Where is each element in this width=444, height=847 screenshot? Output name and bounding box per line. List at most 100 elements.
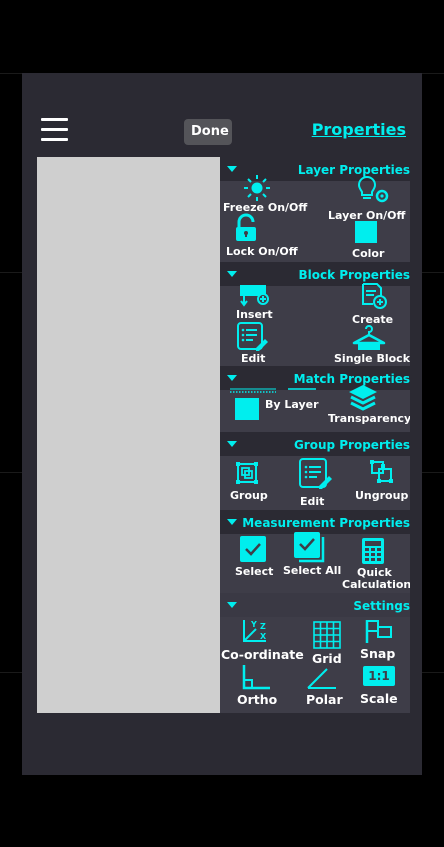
edit-document-icon — [237, 322, 268, 351]
frame-divider — [422, 73, 444, 74]
group-objects-icon — [236, 462, 258, 484]
ortho-label: Ortho — [237, 692, 278, 707]
grid-button[interactable]: Grid — [305, 617, 355, 665]
group-button[interactable]: Group — [220, 456, 280, 510]
lock-label: Lock On/Off — [226, 245, 298, 258]
insert-block-button[interactable]: Insert — [220, 285, 315, 324]
by-layer-button[interactable]: By Layer — [220, 388, 320, 432]
color-swatch-icon — [355, 221, 377, 243]
section-body: Select Select All Quick Calculation — [220, 532, 410, 593]
transparency-button[interactable]: Transparency — [320, 385, 410, 432]
frame-divider — [422, 472, 444, 473]
group-label: Group — [230, 489, 268, 502]
frame-divider — [422, 272, 444, 273]
properties-panel: Layer Properties Freeze On/Off Layer On/… — [220, 157, 410, 713]
settings-section: Settings Y Z X Co-ordinate Grid Snap Ort… — [220, 593, 410, 713]
section-body: By Layer Transparency — [220, 385, 410, 432]
select-all-icon — [294, 532, 325, 563]
unlock-icon — [236, 213, 256, 241]
layer-onoff-button[interactable]: Layer On/Off — [320, 175, 410, 222]
polar-angle-icon — [307, 668, 336, 689]
scale-icon: 1:1 — [363, 666, 395, 686]
settings-header[interactable]: Settings — [220, 593, 410, 617]
polar-button[interactable]: Polar — [305, 665, 355, 713]
properties-title[interactable]: Properties — [312, 120, 406, 139]
scale-icon-text: 1:1 — [368, 669, 390, 683]
ungroup-button[interactable]: Ungroup — [350, 456, 410, 510]
edit-label: Edit — [241, 352, 266, 365]
calculator-icon — [362, 538, 384, 564]
select-label: Select — [235, 565, 274, 578]
snap-button[interactable]: Snap — [355, 617, 410, 665]
ortho-angle-icon — [242, 665, 270, 690]
coordinate-button[interactable]: Y Z X Co-ordinate — [220, 617, 305, 665]
app-screen: Done Properties Layer Properties Freeze … — [22, 73, 422, 775]
coordinate-label: Co-ordinate — [221, 647, 304, 662]
match-properties-section: Match Properties By Layer Transparency — [220, 366, 410, 432]
measurement-properties-header[interactable]: Measurement Properties — [220, 510, 410, 534]
frame-divider — [0, 672, 22, 673]
section-title: Measurement Properties — [242, 516, 410, 530]
done-button[interactable]: Done — [184, 119, 232, 145]
freeze-label: Freeze On/Off — [223, 201, 308, 214]
quick-calculation-button[interactable]: Quick Calculation — [342, 534, 410, 593]
ungroup-objects-icon — [370, 460, 393, 483]
svg-text:X: X — [260, 632, 267, 641]
frame-divider — [0, 472, 22, 473]
drawing-canvas[interactable] — [37, 157, 220, 713]
frame-divider — [422, 672, 444, 673]
layer-color-swatch-icon — [235, 398, 259, 420]
insert-block-icon — [240, 285, 269, 307]
snap-label: Snap — [360, 646, 396, 661]
edit-group-button[interactable]: Edit — [285, 456, 345, 510]
block-properties-section: Block Properties Insert Create Edit Sing… — [220, 262, 410, 366]
select-button[interactable]: Select — [220, 534, 282, 593]
measurement-properties-section: Measurement Properties Select Select All… — [220, 510, 410, 593]
edit-block-button[interactable]: Edit — [220, 322, 315, 366]
edit-label: Edit — [300, 495, 325, 508]
edit-document-icon — [299, 458, 332, 489]
lock-onoff-button[interactable]: Lock On/Off — [220, 213, 315, 262]
polar-label: Polar — [306, 692, 343, 707]
scale-label: Scale — [360, 691, 398, 706]
section-title: Block Properties — [298, 268, 410, 282]
create-block-button[interactable]: Create — [320, 283, 410, 326]
collapse-arrow-icon — [227, 271, 237, 277]
insert-label: Insert — [236, 308, 273, 321]
single-block-label: Single Block — [334, 352, 410, 365]
group-properties-header[interactable]: Group Properties — [220, 432, 410, 456]
select-all-label: Select All — [283, 564, 342, 577]
snap-flag-icon — [365, 620, 392, 643]
grid-icon — [313, 621, 341, 649]
lightbulb-gear-icon — [357, 175, 389, 203]
by-layer-label: By Layer — [265, 398, 319, 411]
frame-divider — [0, 272, 22, 273]
sun-icon — [244, 175, 270, 201]
hamburger-menu-icon[interactable] — [41, 118, 68, 142]
color-button[interactable]: Color — [320, 221, 410, 262]
layers-stack-icon — [349, 385, 377, 411]
section-body: Insert Create Edit Single Block — [220, 283, 410, 366]
section-body: Y Z X Co-ordinate Grid Snap Ortho Polar … — [220, 617, 410, 713]
transparency-label: Transparency — [328, 412, 410, 425]
color-label: Color — [352, 247, 385, 260]
scale-button[interactable]: 1:1 Scale — [355, 665, 410, 713]
section-title: Layer Properties — [297, 163, 410, 177]
collapse-arrow-icon — [227, 375, 237, 381]
section-title: Group Properties — [293, 438, 410, 452]
ortho-button[interactable]: Ortho — [220, 665, 305, 713]
single-block-button[interactable]: Single Block — [320, 324, 410, 366]
select-all-button[interactable]: Select All — [282, 532, 345, 593]
collapse-arrow-icon — [227, 441, 237, 447]
layer-properties-section: Layer Properties Freeze On/Off Layer On/… — [220, 157, 410, 262]
hanger-icon — [352, 325, 386, 350]
group-properties-section: Group Properties Group Edit Ungroup — [220, 432, 410, 510]
collapse-arrow-icon — [227, 519, 237, 525]
section-body: Freeze On/Off Layer On/Off Lock On/Off C… — [220, 175, 410, 262]
section-body: Group Edit Ungroup — [220, 456, 410, 510]
collapse-arrow-icon — [227, 166, 237, 172]
calculation-label: Calculation — [342, 578, 410, 591]
frame-divider — [0, 73, 22, 74]
checkbox-icon — [240, 536, 266, 562]
ruler-icon — [230, 388, 316, 393]
